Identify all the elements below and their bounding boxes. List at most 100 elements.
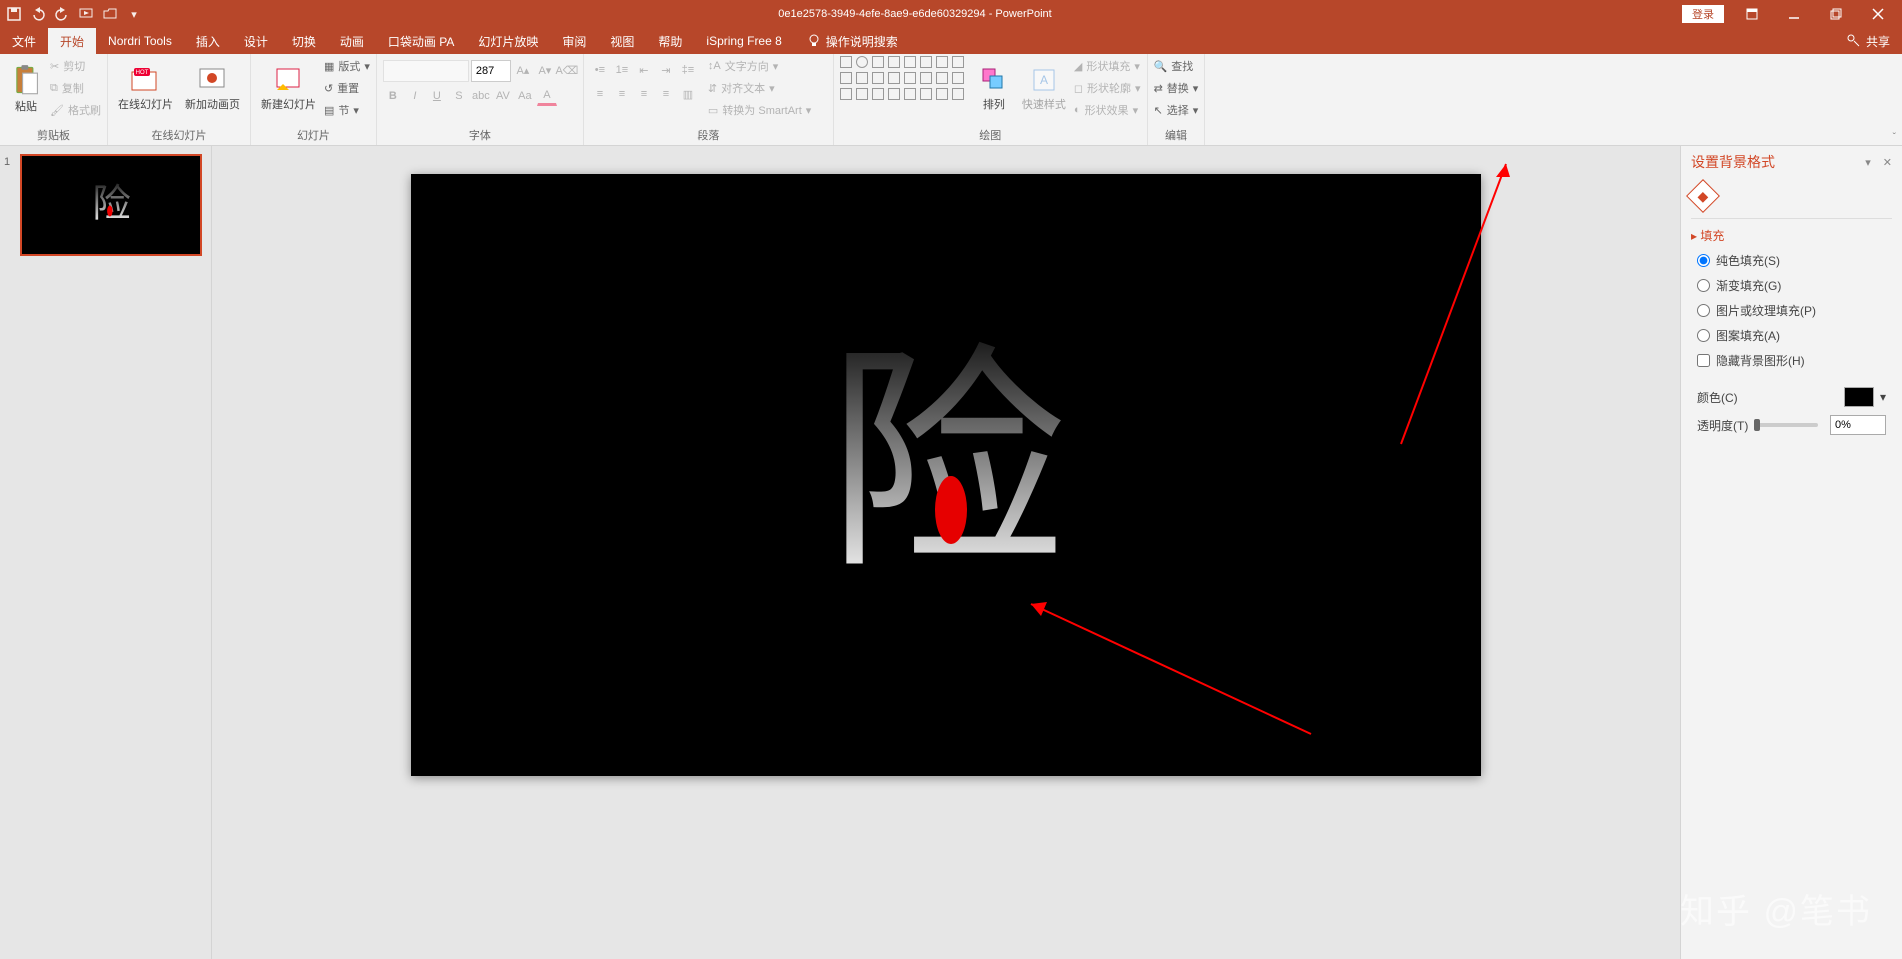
tell-me[interactable]: 操作说明搜索 bbox=[794, 28, 910, 54]
select-button[interactable]: ↖选择 ▾ bbox=[1154, 100, 1199, 120]
svg-text:HOT: HOT bbox=[136, 70, 149, 76]
bold-button[interactable]: B bbox=[383, 86, 403, 106]
new-slide-button[interactable]: 新建幻灯片 bbox=[257, 56, 320, 122]
redo-icon[interactable] bbox=[54, 6, 70, 22]
group-drawing-label: 绘图 bbox=[840, 125, 1141, 145]
align-center-button[interactable]: ≡ bbox=[612, 84, 632, 104]
shapes-gallery[interactable] bbox=[840, 56, 970, 102]
shape-effects-button[interactable]: ◐形状效果 ▾ bbox=[1074, 100, 1141, 120]
replace-button[interactable]: ⇄替换 ▾ bbox=[1154, 78, 1199, 98]
text-shadow-button[interactable]: abc bbox=[471, 86, 491, 106]
color-picker[interactable] bbox=[1844, 387, 1874, 407]
qa-dropdown-icon[interactable]: ▾ bbox=[126, 6, 142, 22]
layout-button[interactable]: ▦版式 ▾ bbox=[324, 56, 370, 76]
paste-button[interactable]: 粘贴 bbox=[6, 56, 46, 122]
copy-button[interactable]: ⧉复制 bbox=[50, 78, 101, 98]
clear-formatting-icon[interactable]: A⌫ bbox=[557, 60, 577, 80]
format-painter-button[interactable]: 🖌格式刷 bbox=[50, 100, 101, 120]
slide-artwork: 险 bbox=[816, 325, 1076, 625]
align-right-button[interactable]: ≡ bbox=[634, 84, 654, 104]
numbering-button[interactable]: 1≡ bbox=[612, 60, 632, 80]
online-slide-button[interactable]: HOT 在线幻灯片 bbox=[114, 56, 177, 122]
section-button[interactable]: ▤节 ▾ bbox=[324, 100, 370, 120]
ribbon-display-options-icon[interactable] bbox=[1732, 0, 1772, 28]
tab-design[interactable]: 设计 bbox=[232, 28, 280, 54]
transparency-input[interactable] bbox=[1830, 415, 1886, 435]
tab-nordri[interactable]: Nordri Tools bbox=[96, 28, 184, 54]
tab-transitions[interactable]: 切换 bbox=[280, 28, 328, 54]
slide-canvas-area[interactable]: 险 bbox=[212, 146, 1680, 959]
tab-help[interactable]: 帮助 bbox=[646, 28, 694, 54]
tab-insert[interactable]: 插入 bbox=[184, 28, 232, 54]
format-background-pane: 设置背景格式 ▾ ✕ ◆ ▸ 填充 纯色填充(S) 渐变填充(G) 图片或纹理填… bbox=[1680, 146, 1902, 959]
slide-thumbnail-1[interactable]: 险 bbox=[20, 154, 202, 256]
increase-indent-button[interactable]: ⇥ bbox=[656, 60, 676, 80]
align-left-button[interactable]: ≡ bbox=[590, 84, 610, 104]
decrease-indent-button[interactable]: ⇤ bbox=[634, 60, 654, 80]
slide[interactable]: 险 bbox=[411, 174, 1481, 776]
font-size-combo[interactable] bbox=[471, 60, 511, 82]
underline-button[interactable]: U bbox=[427, 86, 447, 106]
pane-dropdown-icon[interactable]: ▾ bbox=[1865, 156, 1871, 169]
collapse-ribbon-icon[interactable]: ˇ bbox=[1893, 132, 1896, 143]
quick-styles-button[interactable]: A 快速样式 bbox=[1018, 56, 1070, 122]
convert-smartart-button[interactable]: ▭转换为 SmartArt ▾ bbox=[708, 100, 811, 120]
tab-ispring[interactable]: iSpring Free 8 bbox=[694, 28, 793, 54]
strikethrough-button[interactable]: S bbox=[449, 86, 469, 106]
tab-file[interactable]: 文件 bbox=[0, 28, 48, 54]
save-icon[interactable] bbox=[6, 6, 22, 22]
restore-icon[interactable] bbox=[1816, 0, 1856, 28]
reset-button[interactable]: ↺重置 bbox=[324, 78, 370, 98]
tab-home[interactable]: 开始 bbox=[48, 28, 96, 54]
shape-outline-button[interactable]: ◻形状轮廓 ▾ bbox=[1074, 78, 1141, 98]
login-button[interactable]: 登录 bbox=[1682, 5, 1724, 23]
chevron-down-icon[interactable]: ▾ bbox=[1880, 390, 1886, 404]
tab-slideshow[interactable]: 幻灯片放映 bbox=[466, 28, 550, 54]
close-icon[interactable] bbox=[1858, 0, 1898, 28]
new-animation-page-button[interactable]: 新加动画页 bbox=[181, 56, 244, 122]
radio-solid-fill[interactable]: 纯色填充(S) bbox=[1697, 252, 1886, 269]
text-direction-icon: ↕A bbox=[708, 60, 721, 72]
align-text-button[interactable]: ⇵对齐文本 ▾ bbox=[708, 78, 811, 98]
open-icon[interactable] bbox=[102, 6, 118, 22]
pane-close-icon[interactable]: ✕ bbox=[1883, 156, 1892, 169]
cut-button[interactable]: ✂剪切 bbox=[50, 56, 101, 76]
italic-button[interactable]: I bbox=[405, 86, 425, 106]
section-fill-header[interactable]: ▸ 填充 bbox=[1681, 223, 1902, 248]
checkbox-hide-bg[interactable]: 隐藏背景图形(H) bbox=[1697, 352, 1886, 369]
bullets-button[interactable]: •≡ bbox=[590, 60, 610, 80]
radio-picture-fill[interactable]: 图片或纹理填充(P) bbox=[1697, 302, 1886, 319]
share-button[interactable]: 共享 bbox=[1866, 33, 1890, 50]
text-direction-button[interactable]: ↕A文字方向 ▾ bbox=[708, 56, 811, 76]
decrease-font-icon[interactable]: A▾ bbox=[535, 60, 555, 80]
change-case-button[interactable]: Aa bbox=[515, 86, 535, 106]
justify-button[interactable]: ≡ bbox=[656, 84, 676, 104]
section-icon: ▤ bbox=[324, 104, 334, 117]
radio-pattern-fill[interactable]: 图案填充(A) bbox=[1697, 327, 1886, 344]
font-family-combo[interactable] bbox=[383, 60, 469, 82]
search-icon: 🔍 bbox=[1154, 60, 1168, 73]
document-title: 0e1e2578-3949-4efe-8ae9-e6de60329294 - P… bbox=[148, 8, 1682, 20]
undo-icon[interactable] bbox=[30, 6, 46, 22]
cursor-icon: ↖ bbox=[1154, 104, 1163, 117]
thumb-number: 1 bbox=[4, 156, 10, 168]
shape-fill-button[interactable]: ◢形状填充 ▾ bbox=[1074, 56, 1141, 76]
tab-view[interactable]: 视图 bbox=[598, 28, 646, 54]
tab-animations[interactable]: 动画 bbox=[328, 28, 376, 54]
group-slides: 新建幻灯片 ▦版式 ▾ ↺重置 ▤节 ▾ 幻灯片 bbox=[251, 54, 377, 145]
columns-button[interactable]: ▥ bbox=[678, 84, 698, 104]
tab-review[interactable]: 审阅 bbox=[550, 28, 598, 54]
radio-gradient-fill[interactable]: 渐变填充(G) bbox=[1697, 277, 1886, 294]
find-button[interactable]: 🔍查找 bbox=[1154, 56, 1199, 76]
increase-font-icon[interactable]: A▴ bbox=[513, 60, 533, 80]
font-color-button[interactable]: A bbox=[537, 86, 557, 106]
start-from-beginning-icon[interactable] bbox=[78, 6, 94, 22]
tab-pocket[interactable]: 口袋动画 PA bbox=[376, 28, 466, 54]
arrange-button[interactable]: 排列 bbox=[974, 56, 1014, 122]
fill-tab-icon[interactable]: ◆ bbox=[1686, 179, 1720, 213]
char-spacing-button[interactable]: AV bbox=[493, 86, 513, 106]
minimize-icon[interactable] bbox=[1774, 0, 1814, 28]
arrange-label: 排列 bbox=[983, 96, 1005, 112]
line-spacing-button[interactable]: ‡≡ bbox=[678, 60, 698, 80]
transparency-slider[interactable] bbox=[1754, 423, 1818, 427]
